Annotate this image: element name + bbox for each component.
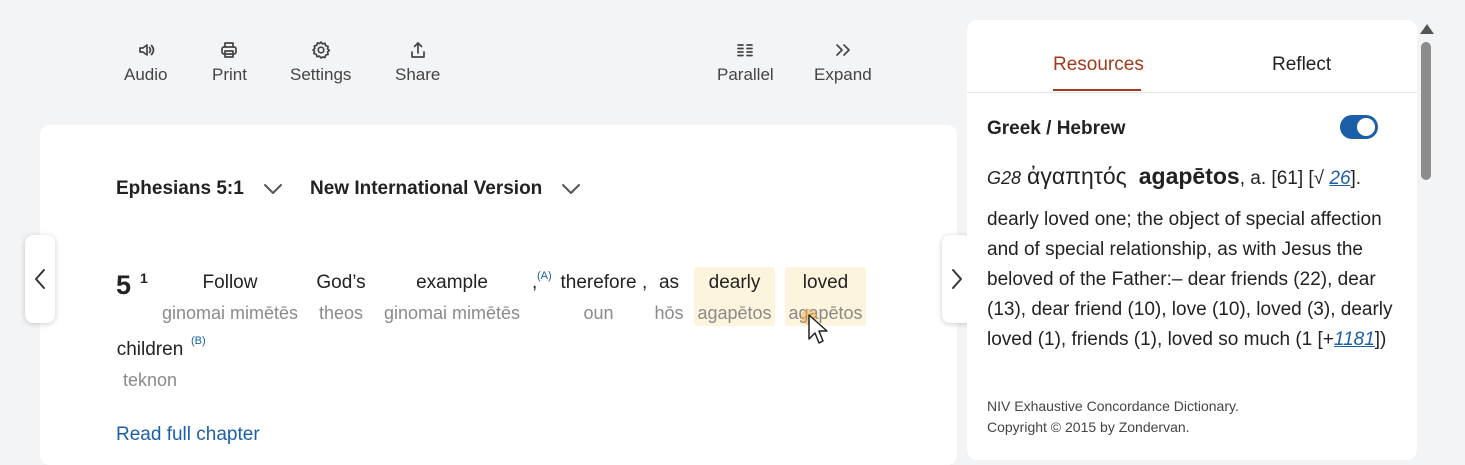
lexicon-definition: dearly loved one; the object of special … — [987, 205, 1407, 355]
audio-button[interactable]: Audio — [124, 40, 167, 85]
footnote-a[interactable]: (A) — [537, 270, 552, 282]
word-english: as — [658, 272, 680, 293]
source-attribution: NIV Exhaustive Concordance Dictionary. C… — [987, 396, 1239, 438]
print-button[interactable]: Print — [212, 40, 247, 85]
scroll-up-arrow[interactable] — [1420, 24, 1434, 34]
greek-hebrew-label: Greek / Hebrew — [987, 118, 1126, 139]
verse-number: 1 — [140, 270, 148, 286]
greek-word: ἀγαπητός — [1027, 163, 1127, 189]
definition-link[interactable]: 1181 — [1334, 329, 1375, 350]
reference-selector[interactable]: Ephesians 5:1 — [116, 178, 284, 200]
version-selector[interactable]: New International Version — [310, 178, 582, 200]
word-greek: ginomai mimētēs — [383, 303, 521, 323]
audio-icon — [138, 44, 155, 56]
print-label: Print — [212, 65, 247, 84]
word-english: example — [416, 272, 488, 293]
settings-button[interactable]: Settings — [290, 40, 351, 85]
share-icon — [410, 42, 425, 58]
source-line: NIV Exhaustive Concordance Dictionary. — [987, 398, 1239, 414]
word-example[interactable]: example ginomai mimētēs — [375, 267, 529, 326]
word-english: loved — [802, 272, 849, 293]
word-english: Follow — [202, 272, 258, 293]
chevron-right-icon — [952, 269, 962, 289]
chevron-down-icon — [263, 184, 282, 194]
word-loved[interactable]: loved agapētos — [785, 267, 866, 326]
entry-close: ]. — [1350, 168, 1362, 189]
word-greek: oun — [583, 303, 614, 323]
word-english: therefore — [560, 272, 637, 293]
version-text: New International Version — [310, 178, 543, 199]
word-follow[interactable]: Follow ginomai mimētēs — [153, 267, 307, 326]
transliteration: agapētos — [1138, 163, 1240, 189]
previous-verse-button[interactable] — [25, 235, 55, 323]
comma: , — [642, 272, 648, 293]
word-greek: theos — [318, 303, 364, 323]
settings-icon — [311, 41, 330, 59]
tab-reflect[interactable]: Reflect — [1272, 54, 1331, 76]
word-therefore[interactable]: therefore oun — [557, 267, 640, 326]
chevron-left-icon — [35, 269, 45, 289]
definition-close: ]) — [1374, 329, 1387, 350]
tabs-divider — [967, 92, 1417, 93]
word-english: God’s — [316, 272, 366, 293]
word-greek: agapētos — [788, 303, 863, 323]
scrollbar-thumb[interactable] — [1421, 42, 1431, 180]
word-greek: agapētos — [697, 303, 772, 323]
share-label: Share — [395, 65, 441, 84]
expand-button[interactable]: Expand — [814, 40, 872, 85]
word-children[interactable]: children teknon — [114, 334, 186, 393]
share-button[interactable]: Share — [395, 40, 440, 85]
chapter-number: 5 — [116, 270, 132, 300]
parallel-icon — [737, 44, 754, 57]
word-english: children — [116, 339, 184, 360]
active-tab-indicator — [1053, 89, 1141, 91]
toggle-knob — [1357, 118, 1375, 136]
footnote-b[interactable]: (B) — [191, 335, 206, 347]
parallel-button[interactable]: Parallel — [717, 40, 774, 85]
strongs-number: G28 — [987, 168, 1022, 188]
word-dearly[interactable]: dearly agapētos — [694, 267, 775, 326]
word-english: dearly — [708, 272, 761, 293]
read-full-chapter-link[interactable]: Read full chapter — [116, 424, 260, 446]
reference-text: Ephesians 5:1 — [116, 178, 244, 199]
part-of-speech: , a. [61] [√ — [1239, 168, 1325, 189]
lexicon-entry-header: G28 ἀγαπητός agapētos, a. [61] [√ 26]. — [987, 163, 1407, 190]
word-greek: ginomai mimētēs — [161, 303, 299, 323]
copyright-line: Copyright © 2015 by Zondervan. — [987, 419, 1190, 435]
settings-label: Settings — [290, 65, 352, 84]
chevron-down-icon — [562, 184, 581, 194]
greek-hebrew-toggle[interactable] — [1340, 115, 1378, 139]
word-gods[interactable]: God’s theos — [315, 267, 367, 326]
tab-resources[interactable]: Resources — [1053, 54, 1144, 76]
word-as[interactable]: as hōs — [652, 267, 686, 326]
print-icon — [221, 42, 238, 58]
definition-text: dearly loved one; the object of special … — [987, 209, 1393, 350]
parallel-label: Parallel — [717, 65, 774, 84]
word-greek: teknon — [122, 370, 178, 390]
expand-label: Expand — [814, 65, 872, 84]
resources-panel: Resources Reflect Greek / Hebrew G28 ἀγαπ… — [967, 20, 1417, 460]
expand-icon — [835, 44, 850, 56]
audio-label: Audio — [124, 65, 168, 84]
root-link[interactable]: 26 — [1329, 168, 1350, 189]
word-greek: hōs — [654, 303, 684, 323]
